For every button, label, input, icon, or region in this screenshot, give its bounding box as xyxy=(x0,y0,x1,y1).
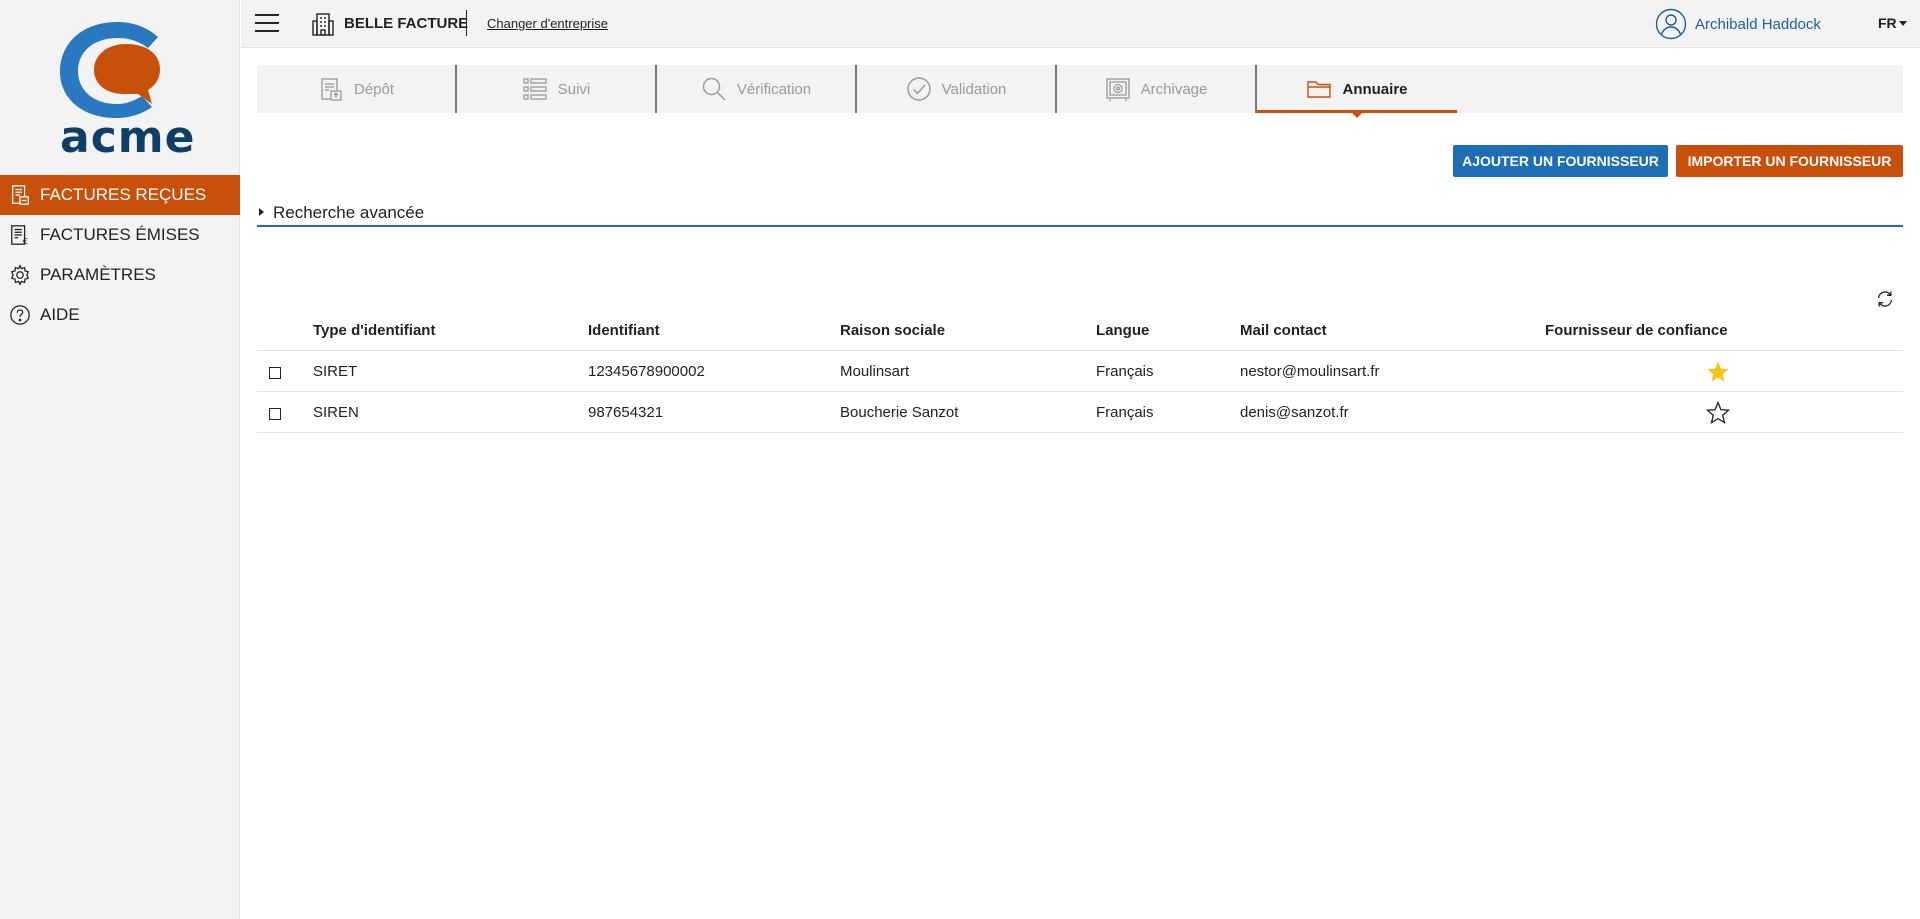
tracking-list-icon xyxy=(522,76,548,102)
sidebar-item-factures-emises[interactable]: € FACTURES ÉMISES xyxy=(0,215,240,255)
column-header-identifiant[interactable]: Identifiant xyxy=(588,310,660,351)
sidebar-item-label: FACTURES REÇUES xyxy=(40,185,207,204)
column-header-mail[interactable]: Mail contact xyxy=(1240,310,1327,351)
logo-text: acme xyxy=(60,112,196,163)
supplier-table: Type d'identifiant Identifiant Raison so… xyxy=(257,310,1903,433)
tab-annuaire[interactable]: Annuaire xyxy=(1257,65,1457,118)
language-selector[interactable]: FR xyxy=(1878,15,1897,31)
tab-label: Archivage xyxy=(1140,80,1208,98)
tab-label: Vérification xyxy=(736,80,812,98)
caret-right-icon xyxy=(259,208,264,216)
change-company-link[interactable]: Changer d'entreprise xyxy=(487,16,608,31)
logo-bubble-icon xyxy=(60,22,160,118)
invoice-issued-icon: € xyxy=(8,223,32,247)
import-supplier-button[interactable]: IMPORTER UN FOURNISSEUR xyxy=(1676,145,1903,177)
cell-identifiant: 12345678900002 xyxy=(588,363,705,380)
safe-icon xyxy=(1105,76,1131,102)
tab-label: Suivi xyxy=(557,80,591,98)
cell-type: SIRET xyxy=(313,363,358,380)
acme-logo[interactable]: acme xyxy=(60,20,196,163)
cell-langue: Français xyxy=(1096,404,1154,421)
row-checkbox[interactable] xyxy=(269,367,281,379)
advanced-search-label: Recherche avancée xyxy=(273,203,425,222)
row-checkbox[interactable] xyxy=(269,408,281,420)
tab-label: Annuaire xyxy=(1342,80,1408,98)
sidebar-item-label: AIDE xyxy=(40,305,80,324)
star-outline-icon[interactable] xyxy=(1705,400,1731,425)
tab-archivage[interactable]: Archivage xyxy=(1057,65,1257,113)
tab-label: Validation xyxy=(941,80,1007,98)
sidebar-item-label: PARAMÈTRES xyxy=(40,265,156,284)
advanced-search-toggle[interactable]: Recherche avancée xyxy=(257,200,1903,227)
sidebar-item-aide[interactable]: AIDE xyxy=(0,295,240,335)
cell-type: SIREN xyxy=(313,404,359,421)
column-header-type[interactable]: Type d'identifiant xyxy=(313,310,435,351)
tab-label: Dépôt xyxy=(353,80,395,98)
search-icon xyxy=(701,76,727,102)
tab-verification[interactable]: Vérification xyxy=(657,65,857,113)
tab-validation[interactable]: Validation xyxy=(857,65,1057,113)
menu-icon[interactable] xyxy=(255,14,279,34)
top-bar: BELLE FACTURE Changer d'entreprise Archi… xyxy=(241,0,1920,48)
sidebar-item-label: FACTURES ÉMISES xyxy=(40,225,200,244)
star-filled-icon[interactable] xyxy=(1706,360,1730,384)
cell-mail: denis@sanzot.fr xyxy=(1240,404,1349,421)
header-divider xyxy=(466,10,467,36)
table-header: Type d'identifiant Identifiant Raison so… xyxy=(257,310,1903,351)
user-menu[interactable]: Archibald Haddock xyxy=(1655,8,1821,40)
check-circle-icon xyxy=(906,76,932,102)
sidebar: acme FACTURES REÇUES € FACTURES ÉMISES P… xyxy=(0,0,240,919)
cell-raison-sociale: Boucherie Sanzot xyxy=(840,404,959,421)
table-row[interactable]: SIREN 987654321 Boucherie Sanzot Françai… xyxy=(257,392,1903,433)
cell-raison-sociale: Moulinsart xyxy=(840,363,910,380)
building-icon xyxy=(312,12,334,36)
cell-identifiant: 987654321 xyxy=(588,404,664,421)
company-name: BELLE FACTURE xyxy=(344,15,469,32)
refresh-icon[interactable] xyxy=(1875,289,1895,309)
module-tabs: Dépôt Suivi Vérification Validation Arch… xyxy=(257,65,1903,118)
cell-langue: Français xyxy=(1096,363,1154,380)
user-name: Archibald Haddock xyxy=(1695,15,1821,33)
help-icon xyxy=(8,303,32,327)
invoice-received-icon xyxy=(8,183,32,207)
sidebar-nav: FACTURES REÇUES € FACTURES ÉMISES PARAMÈ… xyxy=(0,175,240,335)
column-header-raison-sociale[interactable]: Raison sociale xyxy=(840,310,945,351)
sidebar-item-factures-recues[interactable]: FACTURES REÇUES xyxy=(0,175,240,215)
gear-icon xyxy=(8,263,32,287)
tab-depot[interactable]: Dépôt xyxy=(257,65,457,113)
column-header-trusted[interactable]: Fournisseur de confiance xyxy=(1545,310,1728,351)
user-avatar-icon xyxy=(1655,8,1687,40)
deposit-icon xyxy=(318,76,344,102)
sidebar-item-parametres[interactable]: PARAMÈTRES xyxy=(0,255,240,295)
folder-icon xyxy=(1306,76,1332,102)
tab-suivi[interactable]: Suivi xyxy=(457,65,657,113)
svg-text:€: € xyxy=(23,236,28,246)
cell-mail: nestor@moulinsart.fr xyxy=(1240,363,1380,380)
chevron-down-icon[interactable] xyxy=(1899,21,1907,26)
table-row[interactable]: SIRET 12345678900002 Moulinsart Français… xyxy=(257,351,1903,392)
add-supplier-button[interactable]: AJOUTER UN FOURNISSEUR xyxy=(1453,145,1668,177)
column-header-langue[interactable]: Langue xyxy=(1096,310,1149,351)
